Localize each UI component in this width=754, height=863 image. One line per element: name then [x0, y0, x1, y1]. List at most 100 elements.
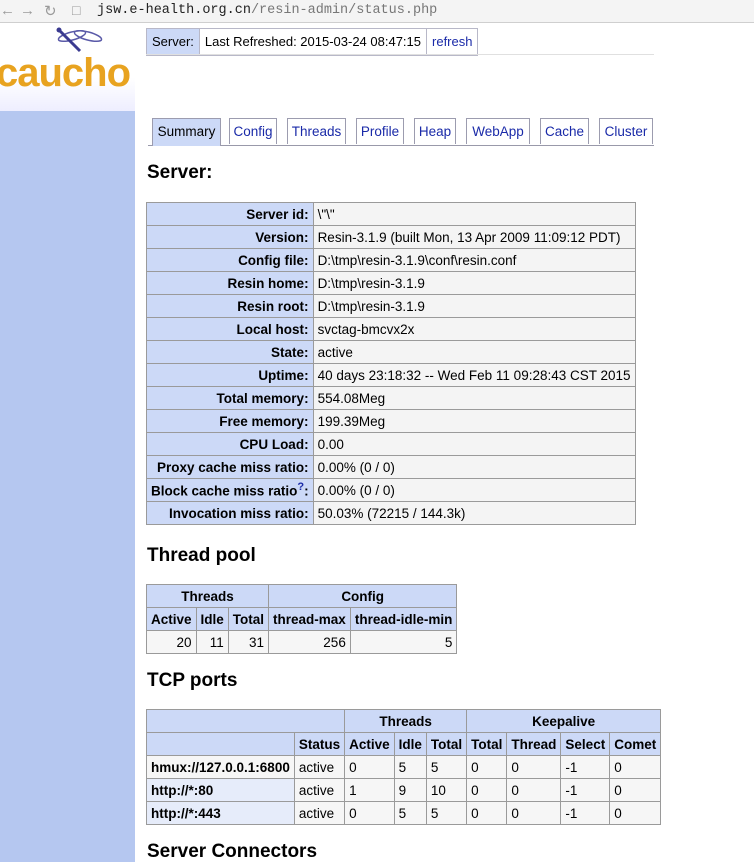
tcp-ports-heading: TCP ports	[147, 670, 238, 691]
logo-area: caucho	[0, 23, 135, 111]
server-row-value: 0.00% (0 / 0)	[312, 455, 636, 479]
table-row: Config file: D:\tmp\resin-3.1.9\conf\resi…	[146, 248, 636, 272]
url-field[interactable]: jsw.e-health.org.cn/resin-admin/status.p…	[97, 3, 437, 18]
tp-thread-max-value: 256	[268, 630, 351, 654]
header-divider	[146, 54, 654, 55]
tcp-cell: 9	[393, 778, 427, 802]
table-row: Block cache miss ratio?: 0.00% (0 / 0)	[146, 478, 636, 502]
tp-idle-value: 11	[195, 630, 229, 654]
tcp-port-name: hmux://127.0.0.1:6800	[146, 755, 295, 779]
status-bar: Server: Last Refreshed: 2015-03-24 08:47…	[146, 28, 479, 56]
tcp-col-active: Active	[344, 732, 395, 756]
forward-icon[interactable]: →	[20, 2, 35, 19]
tcp-cell: active	[293, 801, 346, 825]
server-row-value: active	[312, 340, 636, 364]
tcp-cell: 0	[609, 801, 662, 825]
table-row: CPU Load: 0.00	[146, 432, 636, 456]
tcp-cell: 0	[344, 801, 395, 825]
tab-threads[interactable]: Threads	[287, 118, 346, 144]
tab-profile[interactable]: Profile	[356, 118, 404, 144]
tab-cluster[interactable]: Cluster	[599, 118, 653, 144]
tcp-cell: 10	[425, 778, 468, 802]
refresh-link[interactable]: refresh	[432, 34, 472, 49]
table-row: Total memory: 554.08Meg	[146, 386, 636, 410]
tp-col-total: Total	[227, 607, 270, 631]
tcp-cell: -1	[560, 755, 611, 779]
tcp-cell: 0	[609, 778, 662, 802]
back-icon[interactable]: ←	[0, 2, 15, 19]
tp-col-active: Active	[146, 607, 197, 631]
url-host: jsw.e-health.org.cn	[97, 3, 251, 18]
tcp-cell: 0	[466, 778, 508, 802]
table-row: http://*:80 active 1 9 10 0 0 -1 0	[146, 778, 662, 802]
server-row-value: Resin-3.1.9 (built Mon, 13 Apr 2009 11:0…	[312, 225, 636, 249]
tab-config[interactable]: Config	[229, 118, 277, 144]
server-row-value: 50.03% (72215 / 144.3k)	[312, 501, 636, 525]
url-path: /resin-admin/status.php	[250, 3, 438, 18]
server-row-value: D:\tmp\resin-3.1.9	[312, 294, 636, 318]
label-text: Block cache miss ratio	[151, 483, 298, 499]
tab-heap[interactable]: Heap	[414, 118, 456, 144]
tab-cache[interactable]: Cache	[540, 118, 589, 144]
tcp-cell: 0	[609, 755, 662, 779]
tcp-cell: active	[293, 755, 346, 779]
tp-active-value: 20	[146, 630, 197, 654]
server-row-label: CPU Load:	[146, 432, 314, 456]
server-row-label: Local host:	[146, 317, 314, 341]
server-row-label: State:	[146, 340, 314, 364]
server-row-value: D:\tmp\resin-3.1.9	[312, 271, 636, 295]
table-row: http://*:443 active 0 5 5 0 0 -1 0	[146, 801, 662, 825]
server-row-label: Resin home:	[146, 271, 314, 295]
table-row: Resin root: D:\tmp\resin-3.1.9	[146, 294, 636, 318]
tcp-cell: 0	[506, 755, 562, 779]
tp-config-group: Config	[268, 584, 458, 608]
table-row: Uptime: 40 days 23:18:32 -- Wed Feb 11 09…	[146, 363, 636, 387]
server-heading: Server:	[147, 162, 213, 183]
caucho-logo: caucho	[0, 51, 131, 95]
tcp-cell: 0	[506, 778, 562, 802]
table-row: Version: Resin-3.1.9 (built Mon, 13 Apr 2…	[146, 225, 636, 249]
reload-icon[interactable]: ↻	[44, 2, 57, 20]
tcp-cell: 5	[393, 755, 427, 779]
server-row-label: Config file:	[146, 248, 314, 272]
tcp-port-name: http://*:80	[146, 778, 295, 802]
table-row: Proxy cache miss ratio: 0.00% (0 / 0)	[146, 455, 636, 479]
tp-thread-idle-min-value: 5	[349, 630, 458, 654]
thread-pool-table: Threads Config Active Idle Total thread-…	[145, 584, 458, 654]
tcp-cell: -1	[560, 801, 611, 825]
sidebar	[0, 23, 135, 862]
tcp-col-host	[146, 732, 295, 756]
tcp-cell: 0	[506, 801, 562, 825]
table-row: Free memory: 199.39Meg	[146, 409, 636, 433]
table-row: Local host: svctag-bmcvx2x	[146, 317, 636, 341]
tcp-col-total: Total	[425, 732, 468, 756]
browser-address-bar: ← → ↻ □ jsw.e-health.org.cn/resin-admin/…	[0, 0, 754, 23]
tab-bar: Summary Config Threads Profile Heap WebA…	[148, 118, 654, 146]
server-row-label: Block cache miss ratio?:	[146, 478, 314, 502]
table-row: hmux://127.0.0.1:6800 active 0 5 5 0 0 -1 0	[146, 755, 662, 779]
tab-summary[interactable]: Summary	[152, 118, 221, 146]
tcp-port-name: http://*:443	[146, 801, 295, 825]
tcp-keepalive-group: Keepalive	[466, 709, 662, 733]
tp-col-idle: Idle	[195, 607, 229, 631]
tcp-empty-group	[145, 709, 346, 733]
tcp-col-ka-thread: Thread	[506, 732, 562, 756]
tcp-cell: -1	[560, 778, 611, 802]
server-row-label: Resin root:	[146, 294, 314, 318]
table-row: Resin home: D:\tmp\resin-3.1.9	[146, 271, 636, 295]
tcp-cell: 0	[344, 755, 395, 779]
tcp-ports-table: Threads Keepalive Status Active Idle Total T…	[145, 709, 662, 825]
tab-webapp[interactable]: WebApp	[466, 118, 530, 144]
server-row-label: Version:	[146, 225, 314, 249]
table-row: Server id: \"\"	[146, 202, 636, 226]
tp-col-thread-max: thread-max	[268, 607, 351, 631]
tcp-cell: 5	[425, 801, 468, 825]
server-table: Server id: \"\" Version: Resin-3.1.9 (built…	[146, 202, 636, 525]
server-row-label: Proxy cache miss ratio:	[146, 455, 314, 479]
server-row-label: Total memory:	[146, 386, 314, 410]
tcp-col-ka-comet: Comet	[609, 732, 662, 756]
table-row: 20 11 31 256 5	[146, 630, 458, 654]
server-row-value: svctag-bmcvx2x	[312, 317, 636, 341]
server-row-label: Uptime:	[146, 363, 314, 387]
tcp-cell: 0	[466, 801, 508, 825]
